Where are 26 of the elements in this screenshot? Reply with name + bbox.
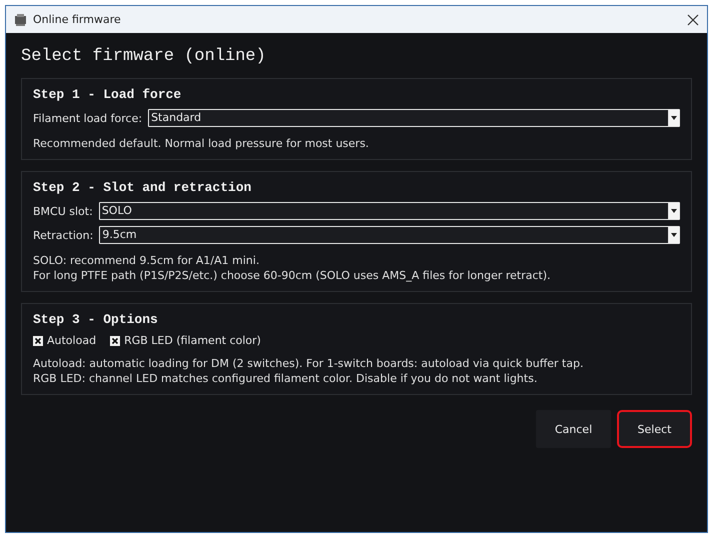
step-title: Step 2 - Slot and retraction (33, 180, 252, 195)
help-text: For long PTFE path (P1S/P2S/etc.) choose 60-90cm (SOLO uses AMS_A files for longer retract). (33, 269, 552, 282)
cancel-button[interactable]: Cancel (536, 410, 611, 448)
checkbox-label: RGB LED (filament color) (124, 334, 261, 347)
dropdown[interactable]: Standard (148, 109, 680, 127)
dropdown[interactable]: 9.5cm (99, 226, 680, 244)
step-title: Step 1 - Load force (33, 87, 182, 102)
step-title: Step 3 - Options (33, 312, 159, 327)
field-label: Retraction: (33, 228, 94, 242)
help-text: RGB LED: channel LED matches configured filament color. Disable if you do not want lights. (33, 372, 538, 385)
caret-icon (671, 209, 677, 213)
dropdown[interactable]: SOLO (98, 202, 680, 220)
select-button[interactable]: Select (617, 410, 692, 448)
app-icon (14, 14, 27, 26)
checkbox[interactable] (33, 336, 43, 346)
help-text: SOLO: recommend 9.5cm for A1/A1 mini. (33, 254, 260, 267)
caret-icon (671, 233, 677, 237)
dialog-heading: Select firmware (online) (21, 47, 267, 66)
field-label: Filament load force: (33, 112, 142, 124)
window-title: Online firmware (33, 13, 122, 26)
help-text: Recommended default. Normal load pressure for most users. (33, 137, 370, 150)
close-icon[interactable] (687, 14, 699, 26)
checkbox-label: Autoload (47, 334, 96, 347)
field-label: BMCU slot: (33, 204, 93, 218)
caret-icon (671, 116, 677, 120)
help-text: Autoload: automatic loading for DM (2 switches). For 1-switch boards: autoload via quick buffer tap. (33, 357, 584, 370)
